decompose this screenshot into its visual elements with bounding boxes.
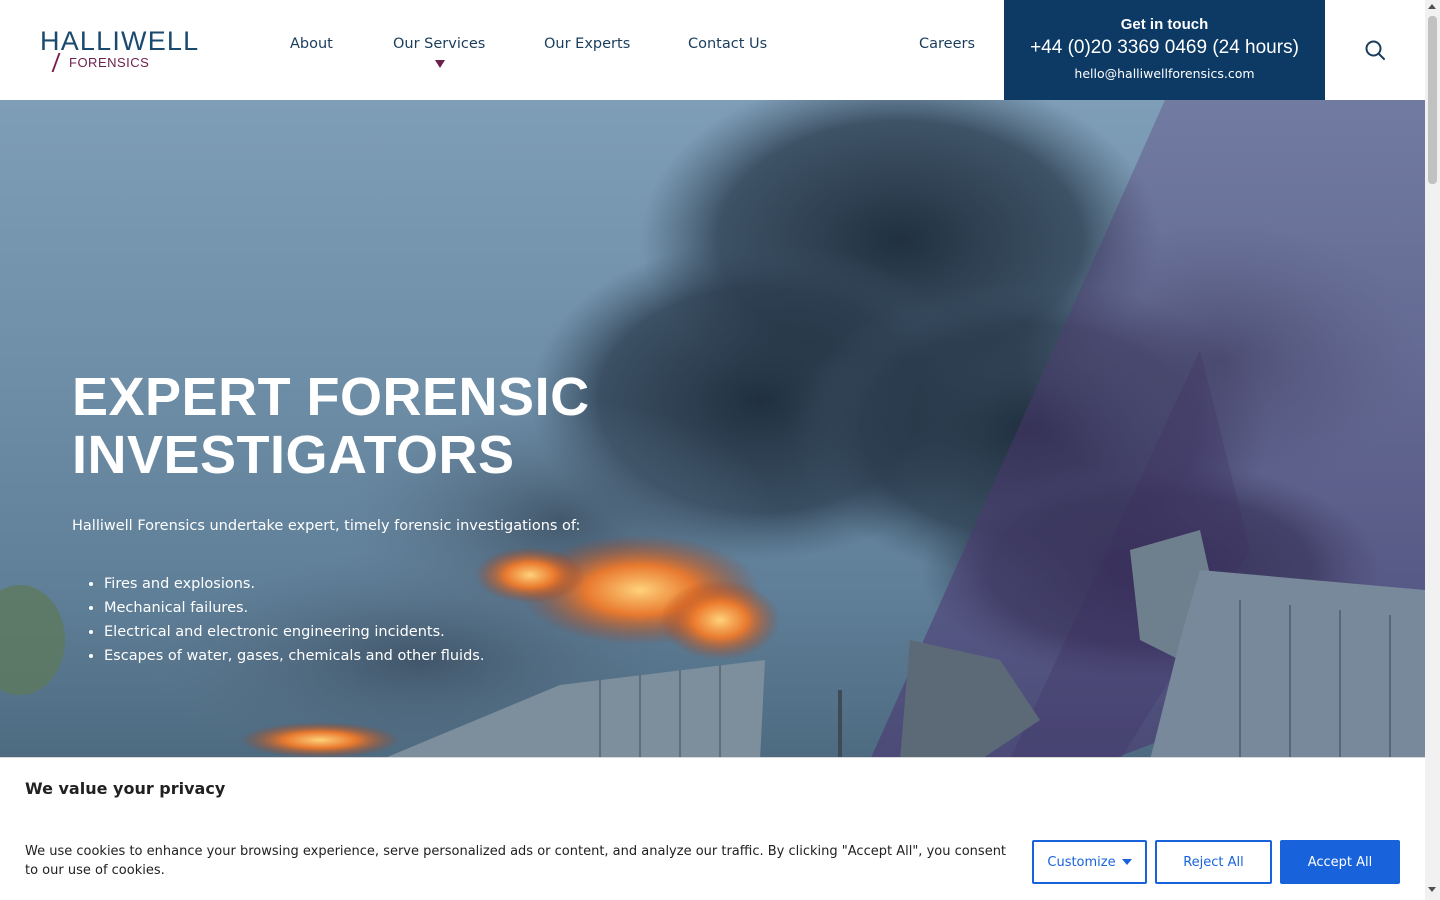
contact-phone-link[interactable]: +44 (0)20 3369 0469 (24 hours)	[1004, 37, 1325, 59]
chevron-down-icon	[1121, 859, 1132, 865]
cookie-description: We use cookies to enhance your browsing …	[25, 844, 1007, 878]
brand-logo[interactable]: HALLIWELL FORENSICS	[40, 26, 215, 76]
chevron-down-icon[interactable]	[435, 60, 445, 68]
reject-all-button[interactable]: Reject All	[1155, 840, 1272, 884]
list-item: Mechanical failures.	[104, 596, 484, 620]
site-header: HALLIWELL FORENSICS About Our Services O…	[0, 0, 1425, 100]
page-scrollbar[interactable]	[1425, 0, 1440, 900]
services-list: Fires and explosions. Mechanical failure…	[104, 572, 484, 668]
scrollbar-thumb[interactable]	[1428, 16, 1437, 184]
nav-contact-us[interactable]: Contact Us	[688, 36, 767, 52]
search-icon[interactable]	[1363, 38, 1387, 62]
scroll-up-arrow-icon[interactable]	[1428, 4, 1436, 9]
logo-wordmark: HALLIWELL	[40, 26, 200, 56]
hero-title: EXPERT FORENSIC INVESTIGATORS	[72, 368, 590, 484]
customize-button[interactable]: Customize	[1032, 840, 1147, 884]
customize-button-label: Customize	[1047, 854, 1116, 870]
nav-careers[interactable]: Careers	[919, 36, 975, 52]
hero-section: EXPERT FORENSIC INVESTIGATORS Halliwell …	[0, 100, 1425, 760]
cookie-title: We value your privacy	[25, 779, 226, 798]
contact-email-link[interactable]: hello@halliwellforensics.com	[1004, 66, 1325, 81]
list-item: Escapes of water, gases, chemicals and o…	[104, 644, 484, 668]
hero-intro: Halliwell Forensics undertake expert, ti…	[72, 518, 581, 534]
nav-our-services[interactable]: Our Services	[393, 36, 485, 52]
nav-about[interactable]: About	[290, 36, 333, 52]
hero-title-line-1: EXPERT FORENSIC	[72, 367, 590, 427]
list-item: Electrical and electronic engineering in…	[104, 620, 484, 644]
list-item: Fires and explosions.	[104, 572, 484, 596]
cookie-consent-banner: We value your privacy We use cookies to …	[0, 757, 1425, 900]
accept-all-button[interactable]: Accept All	[1280, 840, 1400, 884]
hero-title-line-2: INVESTIGATORS	[72, 425, 515, 485]
nav-our-experts[interactable]: Our Experts	[544, 36, 630, 52]
logo-subtitle: FORENSICS	[69, 55, 150, 70]
scroll-down-arrow-icon[interactable]	[1428, 887, 1436, 892]
get-in-touch-panel: Get in touch +44 (0)20 3369 0469 (24 hou…	[1004, 0, 1325, 100]
get-in-touch-title: Get in touch	[1120, 16, 1209, 33]
